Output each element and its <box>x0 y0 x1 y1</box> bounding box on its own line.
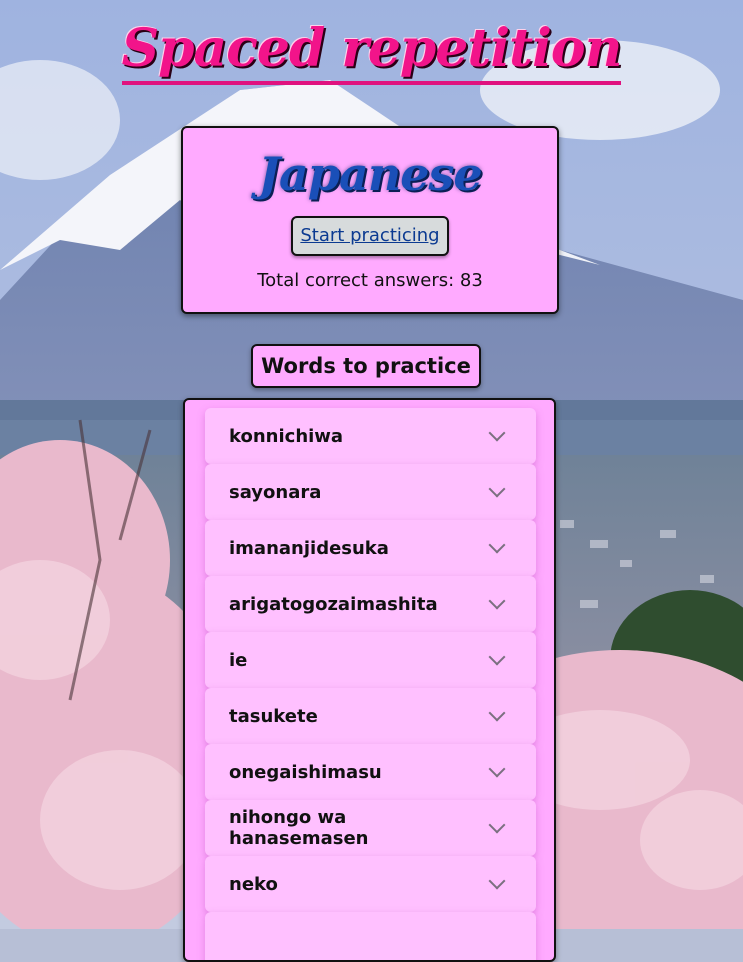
word-item-nihongo-wa-hanasemasen[interactable]: nihongo wa hanasemasen <box>205 800 536 856</box>
word-label: sayonara <box>229 481 322 503</box>
word-item-sayonara[interactable]: sayonara <box>205 464 536 520</box>
word-item-ie[interactable]: ie <box>205 632 536 688</box>
word-item-imananjidesuka[interactable]: imananjidesuka <box>205 520 536 576</box>
word-label: imananjidesuka <box>229 537 389 559</box>
words-heading: Words to practice <box>251 344 481 388</box>
total-correct-answers: Total correct answers: 83 <box>257 270 483 291</box>
chevron-down-icon <box>488 424 506 442</box>
word-item-onegaishimasu[interactable]: onegaishimasu <box>205 744 536 800</box>
site-title: Spaced repetition <box>121 18 622 85</box>
chevron-down-icon <box>488 536 506 554</box>
word-item-next[interactable] <box>205 912 536 960</box>
site-title-container: Spaced repetition <box>0 18 743 85</box>
chevron-down-icon <box>488 648 506 666</box>
word-label: tasukete <box>229 705 318 727</box>
word-item-arigatogozaimashita[interactable]: arigatogozaimashita <box>205 576 536 632</box>
word-label: konnichiwa <box>229 425 344 447</box>
chevron-down-icon <box>488 872 506 890</box>
word-item-konnichiwa[interactable]: konnichiwa <box>205 408 536 464</box>
chevron-down-icon <box>488 480 506 498</box>
word-label: nihongo wa hanasemasen <box>229 807 369 849</box>
chevron-down-icon <box>488 760 506 778</box>
language-card: Japanese Start practicing Total correct … <box>181 126 559 314</box>
word-label: neko <box>229 873 278 895</box>
word-item-tasukete[interactable]: tasukete <box>205 688 536 744</box>
word-label: onegaishimasu <box>229 761 382 783</box>
chevron-down-icon <box>488 816 506 834</box>
word-label: ie <box>229 649 248 671</box>
word-label: arigatogozaimashita <box>229 593 438 615</box>
start-practicing-button[interactable]: Start practicing <box>291 216 449 256</box>
chevron-down-icon <box>488 592 506 610</box>
words-list: konnichiwa sayonara imananjidesuka ariga… <box>183 398 556 962</box>
language-name: Japanese <box>258 147 482 201</box>
word-item-neko[interactable]: neko <box>205 856 536 912</box>
chevron-down-icon <box>488 704 506 722</box>
